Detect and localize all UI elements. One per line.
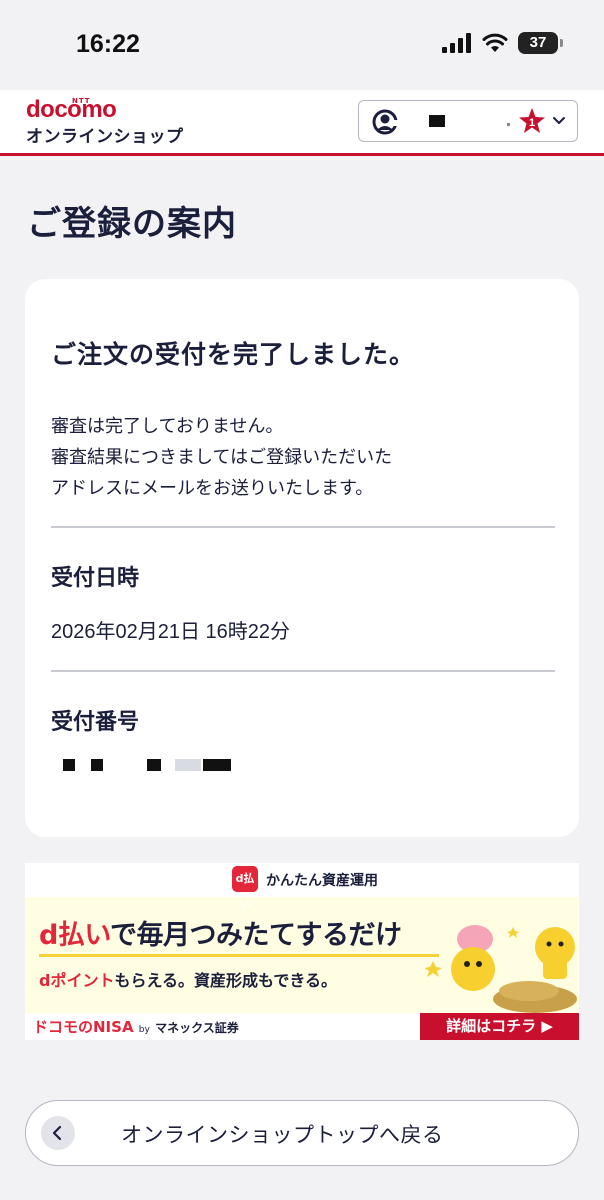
divider bbox=[51, 670, 555, 672]
chevron-down-icon bbox=[553, 117, 565, 124]
status-time: 16:22 bbox=[76, 30, 140, 58]
order-complete-card: ご注文の受付を完了しました。 審査は完了しておりません。 審査結果につきましては… bbox=[25, 279, 579, 837]
banner-bottom-strip: ドコモのNISA by マネックス証券 詳細はコチラ ▶ bbox=[25, 1013, 579, 1040]
star-badge-icon: 1 bbox=[519, 108, 545, 133]
banner-headline: d払いで毎月つみたてするだけ bbox=[39, 913, 402, 952]
cart-count: 1 bbox=[529, 117, 535, 129]
ntt-logo-mark: NTT bbox=[72, 97, 91, 105]
redacted-account-name bbox=[507, 123, 510, 126]
wifi-icon bbox=[482, 33, 508, 52]
nisa-logo-by: by bbox=[138, 1025, 150, 1035]
details-cta-button[interactable]: 詳細はコチラ ▶ bbox=[420, 1013, 579, 1040]
account-menu-button[interactable]: 1 bbox=[358, 100, 578, 142]
signal-icon bbox=[442, 33, 471, 53]
page-title: ご登録の案内 bbox=[27, 204, 237, 244]
status-bar: 16:22 37 bbox=[0, 0, 604, 90]
notice-line: 審査は完了しておりません。 bbox=[51, 416, 284, 437]
sub-rest: もらえる。資産形成もできる。 bbox=[114, 971, 338, 990]
banner-top-strip: d払い かんたん資産運用 bbox=[25, 863, 579, 911]
notice-line: 審査結果につきましてはご登録いただいた bbox=[51, 447, 393, 468]
nisa-logo-text: ドコモのNISA bbox=[33, 1018, 134, 1036]
account-icon bbox=[372, 109, 399, 135]
nisa-logo: ドコモのNISA by マネックス証券 bbox=[33, 1016, 239, 1037]
dpay-badge: d払い bbox=[232, 866, 258, 911]
sub-highlight: dポイント bbox=[39, 971, 115, 990]
received-at-label: 受付日時 bbox=[51, 566, 140, 591]
headline-underline bbox=[39, 954, 439, 957]
banner-top-text: かんたん資産運用 bbox=[266, 873, 378, 889]
battery-icon: 37 bbox=[518, 32, 563, 54]
nisa-logo-partner: マネックス証券 bbox=[155, 1021, 239, 1035]
notice-line: アドレスにメールをお送りいたします。 bbox=[51, 478, 374, 499]
banner-subtext: dポイントもらえる。資産形成もできる。 bbox=[39, 967, 337, 991]
redacted-account-name bbox=[429, 115, 445, 127]
site-header: docomo NTT オンラインショップ 1 bbox=[0, 90, 604, 156]
nisa-promo-banner[interactable]: d払い かんたん資産運用 d払いで毎月つみたてするだけ dポイントもらえる。資産… bbox=[25, 863, 579, 1040]
review-notice: 審査は完了しておりません。 審査結果につきましてはご登録いただいた アドレスにメ… bbox=[51, 411, 392, 504]
card-heading: ご注文の受付を完了しました。 bbox=[51, 340, 416, 369]
mascot-illustration bbox=[425, 925, 577, 1013]
divider bbox=[51, 526, 555, 528]
chevron-left-icon bbox=[52, 1125, 62, 1141]
headline-rest: で毎月つみたてするだけ bbox=[110, 920, 402, 951]
headline-highlight: d払い bbox=[39, 920, 111, 951]
back-to-shop-top-button[interactable]: オンラインショップトップへ戻る bbox=[25, 1100, 579, 1166]
status-icons: 37 bbox=[442, 32, 563, 54]
logo-subtitle: オンラインショップ bbox=[26, 127, 184, 147]
back-circle bbox=[41, 1116, 75, 1150]
receipt-number-label: 受付番号 bbox=[51, 710, 140, 735]
back-button-label: オンラインショップトップへ戻る bbox=[121, 1123, 444, 1147]
received-at-value: 2026年02月21日 16時22分 bbox=[51, 621, 291, 643]
